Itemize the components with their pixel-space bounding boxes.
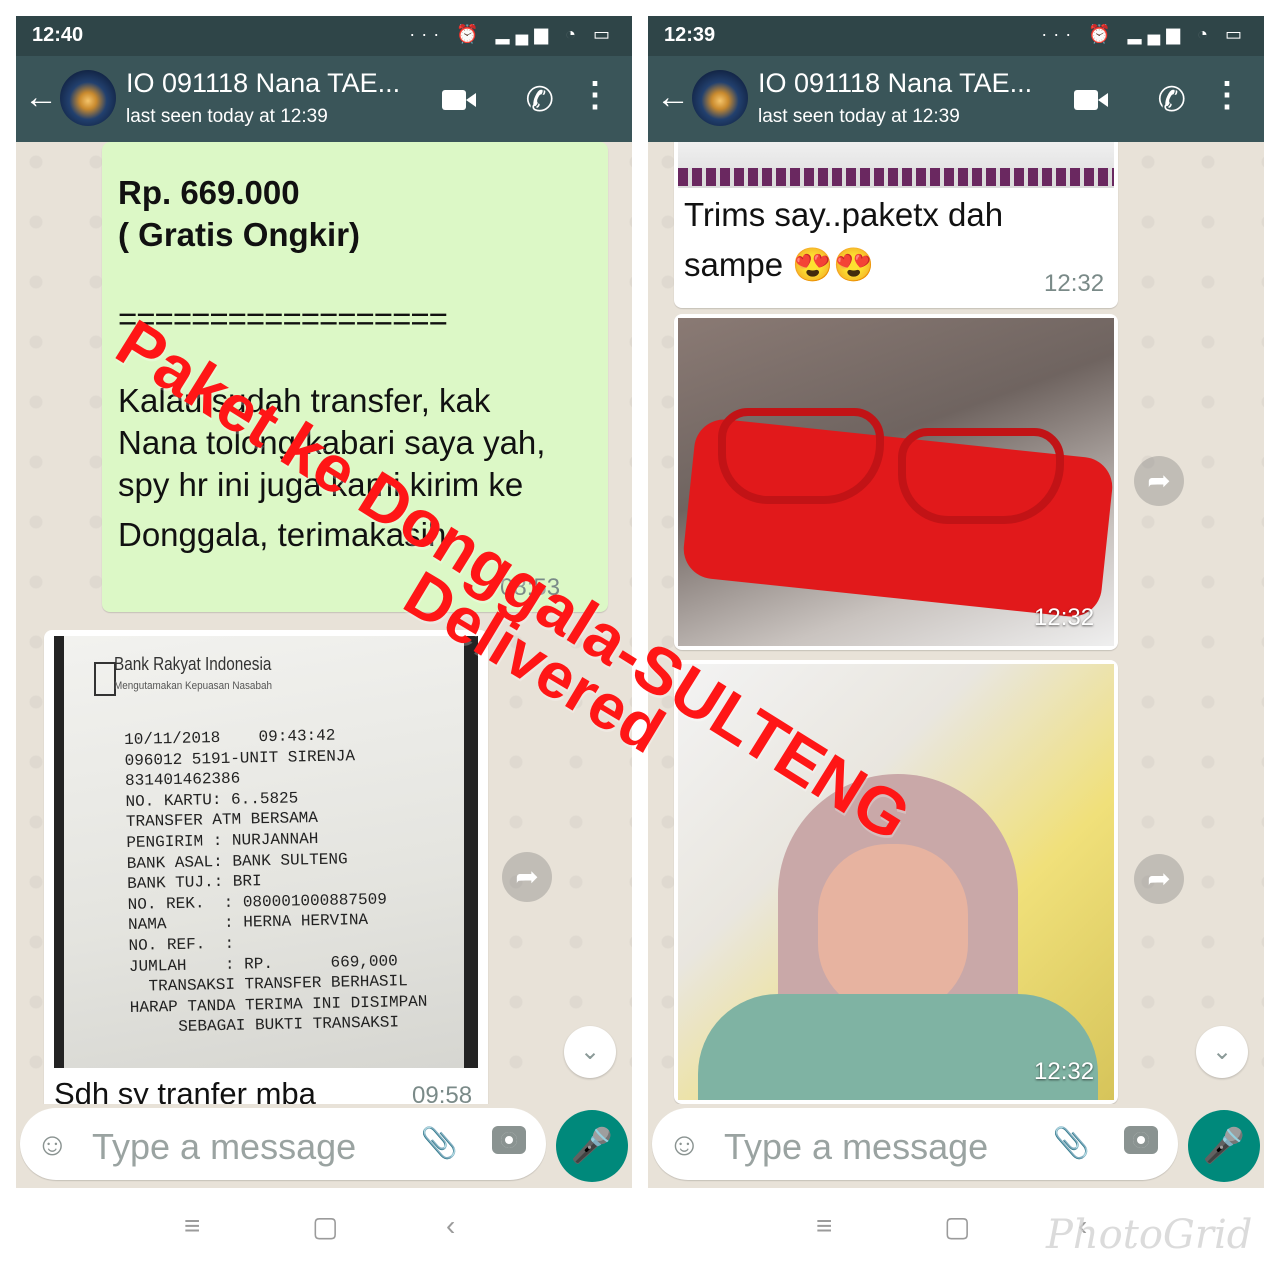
phone-call-icon[interactable]: ✆ (1158, 80, 1187, 120)
home-icon[interactable]: ▢ (944, 1210, 970, 1243)
chat-header: ← IO 091118 Nana TAE... last seen today … (648, 56, 1264, 142)
attach-icon[interactable]: 📎 (421, 1126, 458, 1161)
scroll-down-icon[interactable]: ⌄ (1196, 1026, 1248, 1078)
recents-icon[interactable]: ≡ (816, 1210, 832, 1242)
video-call-icon[interactable] (442, 90, 476, 110)
status-bar: 12:40 ··· ⏰ ▂▄▆ ◔ ▭ (16, 16, 632, 56)
avatar[interactable] (60, 70, 116, 126)
message-input[interactable]: ☺ Type a message 📎 (20, 1108, 546, 1180)
face (818, 844, 968, 1014)
scroll-down-icon[interactable]: ⌄ (564, 1026, 616, 1078)
message-time: 12:32 (1044, 270, 1105, 297)
chat-area[interactable]: Trims say..paketx dah sampe 😍😍 12:32 12:… (648, 142, 1264, 1104)
message-price: Rp. 669.000 (118, 174, 300, 211)
photogrid-watermark: PhotoGrid (1046, 1212, 1253, 1258)
chat-header: ← IO 091118 Nana TAE... last seen today … (16, 56, 632, 142)
message-line: sampe 😍😍 (684, 246, 874, 285)
message-time: 12:32 (1034, 604, 1095, 631)
forward-icon[interactable]: ➦ (502, 852, 552, 902)
last-seen: last seen today at 12:39 (126, 106, 328, 127)
system-nav-bar: ≡ ▢ ‹ (16, 1188, 632, 1270)
camera-icon[interactable] (492, 1126, 526, 1154)
right-screenshot: 12:39 ··· ⏰ ▂▄▆ ◔ ▭ ← IO 091118 Nana TAE… (648, 16, 1264, 1270)
message-input[interactable]: ☺ Type a message 📎 (652, 1108, 1178, 1180)
status-icons: ··· ⏰ ▂▄▆ ◔ ▭ (1041, 24, 1248, 44)
receipt-photo-crop[interactable] (678, 142, 1114, 188)
message-time: 12:32 (1034, 1058, 1095, 1085)
contact-name[interactable]: IO 091118 Nana TAE... (758, 68, 1032, 99)
emoji-icon[interactable]: ☺ (36, 1126, 69, 1163)
recents-icon[interactable]: ≡ (184, 1210, 200, 1242)
input-placeholder[interactable]: Type a message (92, 1126, 356, 1168)
status-time: 12:39 (664, 24, 716, 46)
mic-button[interactable]: 🎤 (1188, 1110, 1260, 1182)
receipt-tagline: Mengutamakan Kepuasan Nasabah (114, 680, 272, 692)
message-time: 09:58 (412, 1082, 473, 1104)
status-bar: 12:39 ··· ⏰ ▂▄▆ ◔ ▭ (648, 16, 1264, 56)
contact-name[interactable]: IO 091118 Nana TAE... (126, 68, 400, 99)
receipt-bank-name: Bank Rakyat Indonesia (114, 654, 272, 674)
forward-icon[interactable]: ➦ (1134, 854, 1184, 904)
message-word: sampe (684, 246, 784, 283)
last-seen: last seen today at 12:39 (758, 106, 960, 127)
status-icons: ··· ⏰ ▂▄▆ ◔ ▭ (409, 24, 616, 44)
bri-logo-icon (94, 662, 116, 696)
phone-call-icon[interactable]: ✆ (526, 80, 555, 120)
heart-eyes-emoji-icon: 😍😍 (792, 246, 875, 283)
input-placeholder[interactable]: Type a message (724, 1126, 988, 1168)
message-incoming-image[interactable]: 12:32 (674, 314, 1118, 650)
message-incoming[interactable]: Trims say..paketx dah sampe 😍😍 12:32 (674, 142, 1118, 308)
back-nav-icon[interactable]: ‹ (446, 1210, 455, 1242)
emoji-icon[interactable]: ☺ (668, 1126, 701, 1163)
status-time: 12:40 (32, 24, 84, 46)
message-shipping: ( Gratis Ongkir) (118, 216, 361, 253)
glasses-photo[interactable] (678, 318, 1114, 646)
message-line: Trims say..paketx dah (684, 196, 1004, 233)
more-options-icon[interactable]: ⋮ (578, 78, 612, 112)
video-call-icon[interactable] (1074, 90, 1108, 110)
forward-icon[interactable]: ➦ (1134, 456, 1184, 506)
back-arrow-icon[interactable]: ← (656, 78, 690, 117)
receipt-text: 10/11/2018 09:43:42 096012 5191-UNIT SIRE… (124, 724, 428, 1039)
camera-icon[interactable] (1124, 1126, 1158, 1154)
avatar[interactable] (692, 70, 748, 126)
glasses-lens-left (718, 408, 884, 504)
mic-button[interactable]: 🎤 (556, 1110, 628, 1182)
message-caption: Sdh sy tranfer mba (54, 1076, 316, 1104)
glasses-lens-right (898, 428, 1064, 524)
input-bar: ☺ Type a message 📎 🎤 (16, 1104, 632, 1188)
attach-icon[interactable]: 📎 (1053, 1126, 1090, 1161)
message-incoming-image[interactable]: Bank Rakyat Indonesia Mengutamakan Kepua… (44, 630, 488, 1104)
back-arrow-icon[interactable]: ← (24, 78, 58, 117)
input-bar: ☺ Type a message 📎 🎤 (648, 1104, 1264, 1188)
receipt-image[interactable]: Bank Rakyat Indonesia Mengutamakan Kepua… (54, 636, 478, 1068)
home-icon[interactable]: ▢ (312, 1210, 338, 1243)
more-options-icon[interactable]: ⋮ (1210, 78, 1244, 112)
